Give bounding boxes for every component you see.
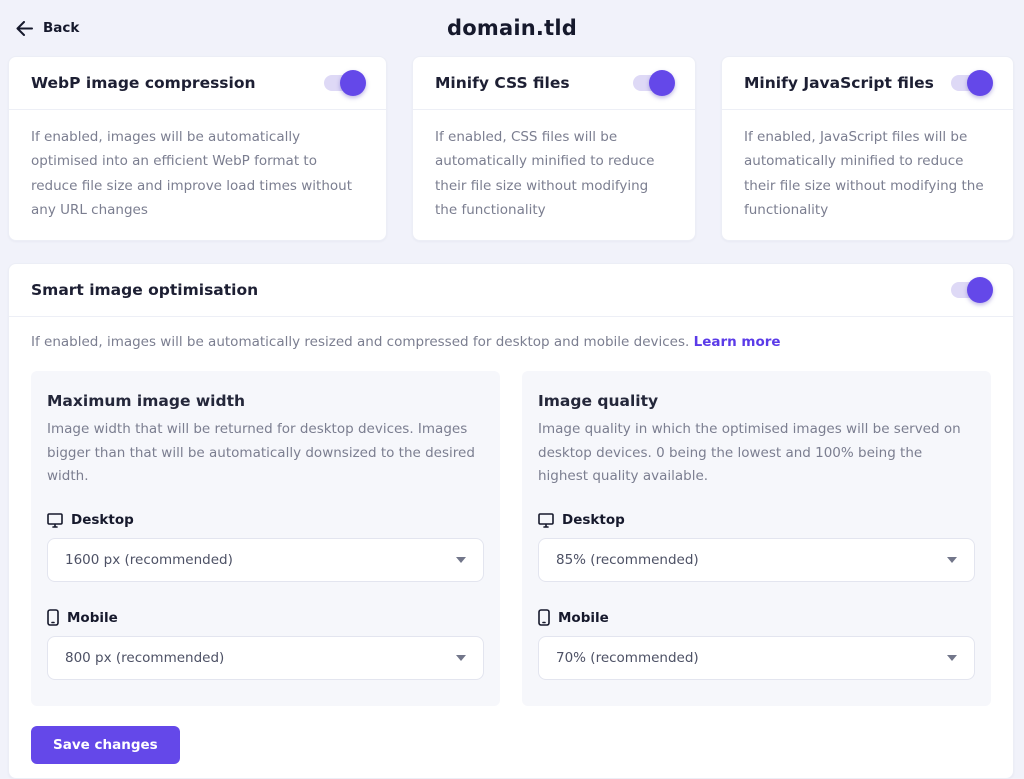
- card-title: Minify JavaScript files: [744, 74, 934, 92]
- card-title: Minify CSS files: [435, 74, 570, 92]
- select-value: 1600 px (recommended): [65, 552, 233, 568]
- settings-panels: Maximum image width Image width that wil…: [9, 371, 1013, 706]
- top-bar: Back domain.tld: [0, 0, 1024, 56]
- smart-card-description: If enabled, images will be automatically…: [9, 317, 1013, 371]
- mobile-label: Mobile: [67, 610, 118, 626]
- card-header: Minify CSS files: [413, 57, 695, 110]
- toggle-knob: [340, 70, 366, 96]
- smart-card-header: Smart image optimisation: [9, 264, 1013, 317]
- card-description: If enabled, images will be automatically…: [9, 110, 386, 240]
- feature-cards-row: WebP image compression If enabled, image…: [0, 56, 1024, 241]
- smart-card-title: Smart image optimisation: [31, 281, 258, 299]
- smart-image-optimisation-card: Smart image optimisation If enabled, ima…: [8, 263, 1014, 779]
- monitor-icon: [538, 512, 554, 528]
- quality-mobile-select[interactable]: 70% (recommended): [538, 636, 975, 680]
- chevron-down-icon: [456, 655, 466, 661]
- smart-description-text: If enabled, images will be automatically…: [31, 334, 689, 350]
- monitor-icon: [47, 512, 63, 528]
- max-width-desktop-select[interactable]: 1600 px (recommended): [47, 538, 484, 582]
- minify-css-toggle[interactable]: [633, 75, 673, 91]
- max-width-mobile-select[interactable]: 800 px (recommended): [47, 636, 484, 680]
- mobile-label: Mobile: [558, 610, 609, 626]
- panel-description: Image quality in which the optimised ima…: [538, 418, 975, 489]
- chevron-down-icon: [456, 557, 466, 563]
- learn-more-link[interactable]: Learn more: [694, 334, 781, 350]
- select-value: 70% (recommended): [556, 650, 699, 666]
- panel-description: Image width that will be returned for de…: [47, 418, 484, 489]
- card-webp-compression: WebP image compression If enabled, image…: [8, 56, 387, 241]
- select-value: 85% (recommended): [556, 552, 699, 568]
- card-description: If enabled, CSS files will be automatica…: [413, 110, 695, 240]
- quality-desktop-select[interactable]: 85% (recommended): [538, 538, 975, 582]
- select-value: 800 px (recommended): [65, 650, 224, 666]
- back-label: Back: [43, 20, 79, 36]
- toggle-knob: [967, 70, 993, 96]
- toggle-knob: [649, 70, 675, 96]
- mobile-label-row: Mobile: [47, 609, 484, 626]
- minify-js-toggle[interactable]: [951, 75, 991, 91]
- page-title: domain.tld: [447, 16, 577, 40]
- card-description: If enabled, JavaScript files will be aut…: [722, 110, 1013, 240]
- chevron-down-icon: [947, 655, 957, 661]
- smart-optimisation-toggle[interactable]: [951, 282, 991, 298]
- toggle-knob: [967, 277, 993, 303]
- card-minify-js: Minify JavaScript files If enabled, Java…: [721, 56, 1014, 241]
- desktop-label-row: Desktop: [47, 512, 484, 528]
- card-header: Minify JavaScript files: [722, 57, 1013, 110]
- smartphone-icon: [47, 609, 59, 626]
- panel-title: Maximum image width: [47, 392, 484, 410]
- desktop-label: Desktop: [71, 512, 134, 528]
- mobile-label-row: Mobile: [538, 609, 975, 626]
- desktop-label-row: Desktop: [538, 512, 975, 528]
- panel-title: Image quality: [538, 392, 975, 410]
- chevron-down-icon: [947, 557, 957, 563]
- card-minify-css: Minify CSS files If enabled, CSS files w…: [412, 56, 696, 241]
- card-header: WebP image compression: [9, 57, 386, 110]
- save-changes-button[interactable]: Save changes: [31, 726, 180, 764]
- arrow-left-icon: [16, 21, 33, 36]
- back-button[interactable]: Back: [16, 20, 79, 36]
- panel-maximum-image-width: Maximum image width Image width that wil…: [31, 371, 500, 706]
- panel-image-quality: Image quality Image quality in which the…: [522, 371, 991, 706]
- webp-compression-toggle[interactable]: [324, 75, 364, 91]
- desktop-label: Desktop: [562, 512, 625, 528]
- card-title: WebP image compression: [31, 74, 256, 92]
- smartphone-icon: [538, 609, 550, 626]
